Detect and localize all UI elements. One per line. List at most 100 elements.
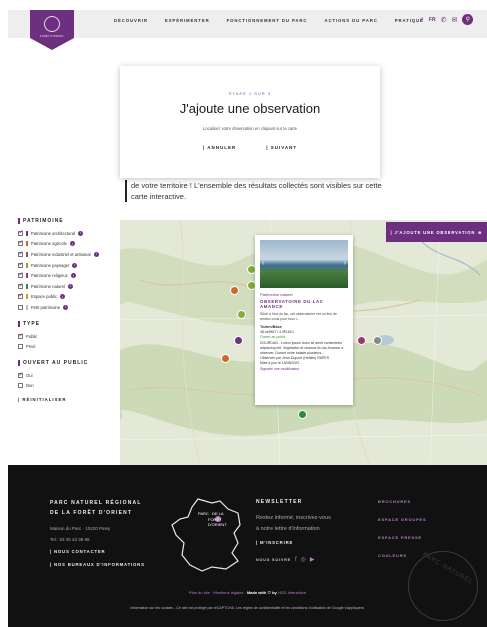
popup-author-label: Tezten/Base <box>260 325 282 329</box>
info-icon[interactable]: i <box>78 230 83 236</box>
reset-button[interactable]: | RÉINITIALISER <box>18 397 118 402</box>
nav-item-fonctionnement[interactable]: FONCTIONNEMENT DU PARC <box>227 18 308 23</box>
logo-text: FORÊT D'ORIENT <box>40 35 64 38</box>
info-icon[interactable]: i <box>93 251 99 257</box>
info-offices-link[interactable]: NOS BUREAUX D'INFORMATIONS <box>50 558 145 571</box>
map-marker[interactable] <box>234 336 243 345</box>
category-color-swatch <box>26 230 28 236</box>
modal-actions: | ANNULER | SUIVANT <box>120 145 380 150</box>
checkbox[interactable] <box>18 371 24 378</box>
youtube-icon[interactable]: ▶ <box>310 556 315 563</box>
nav-item-decouvrir[interactable]: DÉCOUVRIR <box>114 18 148 23</box>
checkbox[interactable] <box>18 229 24 236</box>
checkbox[interactable] <box>18 282 24 289</box>
phone-icon[interactable]: ✆ <box>441 16 447 24</box>
modal-title: J'ajoute une observation <box>179 101 321 116</box>
category-color-swatch <box>26 241 28 247</box>
footer-right-links: BROCHURES ESPACE GROUPES ESPACE PRESSE C… <box>378 499 426 558</box>
groups-link[interactable]: ESPACE GROUPES <box>378 517 426 522</box>
category-color-swatch <box>26 304 28 310</box>
filter-option-label: Non <box>26 383 34 389</box>
nav-tools: ⌕ FR ✆ ✉ ⚲ <box>420 14 474 25</box>
map-marker[interactable] <box>221 354 230 363</box>
filter-option[interactable]: Public <box>18 331 118 342</box>
modal-hint: Localisez votre observation en cliquant … <box>202 126 298 131</box>
filter-option[interactable]: Patrimoine paysageri <box>18 260 118 271</box>
info-icon[interactable]: i <box>69 241 75 247</box>
filter-option[interactable]: Non <box>18 381 118 392</box>
filter-option[interactable]: Petit patrimoine i <box>18 302 118 313</box>
footer: PARC NATUREL RÉGIONAL DE LA FORÊT D'ORIE… <box>8 465 487 627</box>
park-logo[interactable]: FORÊT D'ORIENT <box>30 10 74 50</box>
info-icon[interactable]: i <box>70 273 76 279</box>
popup-title: OBSERVATOIRE DU LAC AMANCE <box>260 299 324 309</box>
footer-links: NOUS CONTACTER NOS BUREAUX D'INFORMATION… <box>50 545 145 571</box>
agency-link[interactable]: HDD Interactive <box>277 590 306 595</box>
filter-title: OUVERT AU PUBLIC <box>18 359 118 366</box>
checkbox[interactable] <box>18 250 24 257</box>
newsletter: NEWSLETTER Restez informé, inscrivez-vou… <box>256 499 331 563</box>
contact-link[interactable]: NOUS CONTACTER <box>50 545 145 558</box>
newsletter-register-button[interactable]: M'INSCRIRE <box>256 540 331 545</box>
next-button[interactable]: | SUIVANT <box>266 145 297 150</box>
checkbox[interactable] <box>18 292 24 300</box>
filter-option[interactable]: Privé <box>18 341 118 352</box>
checkbox[interactable] <box>18 383 23 389</box>
map-marker[interactable] <box>357 336 366 345</box>
checkbox[interactable] <box>18 332 24 339</box>
popup-report-link[interactable]: Signaler une modification <box>260 367 348 372</box>
map-marker[interactable] <box>230 286 239 295</box>
instagram-icon[interactable]: ◎ <box>301 556 306 563</box>
category-color-swatch <box>26 273 28 279</box>
sitemap-legal-links[interactable]: Plan du site · Mentions légales · <box>189 590 247 595</box>
filter-patrimoine: PATRIMOINE Patrimoine architecturaliPatr… <box>18 218 118 313</box>
nav-item-experimenter[interactable]: EXPÉRIMENTER <box>165 18 210 23</box>
category-color-swatch <box>26 283 28 289</box>
observation-photo: ‹ › <box>260 240 348 288</box>
observation-popup: ‹ › Patrimoine naturel OBSERVATOIRE DU L… <box>255 235 353 405</box>
colors-link[interactable]: COULEURS <box>378 553 426 558</box>
facebook-icon[interactable]: f <box>295 557 297 563</box>
filter-type: TYPE Public Privé <box>18 320 118 352</box>
search-icon[interactable]: ⌕ <box>420 16 424 24</box>
next-arrow-icon[interactable]: › <box>344 260 346 267</box>
map-marker[interactable] <box>298 410 307 419</box>
filter-option[interactable]: Oui <box>18 370 118 381</box>
brochures-link[interactable]: BROCHURES <box>378 499 426 504</box>
filter-option[interactable]: Patrimoine agricolei <box>18 239 118 250</box>
map-pin-icon[interactable]: ⚲ <box>462 14 474 25</box>
svg-text:D'ORIENT: D'ORIENT <box>208 522 227 527</box>
info-icon[interactable]: i <box>60 294 66 300</box>
footer-address: Maison du Parc · 10220 Piney Tel.: 03 25… <box>50 523 110 545</box>
checkbox[interactable] <box>18 261 24 268</box>
checkbox[interactable] <box>18 344 23 350</box>
prev-arrow-icon[interactable]: ‹ <box>262 260 264 267</box>
filter-option[interactable]: Patrimoine industriel et artisanali <box>18 249 118 260</box>
mail-icon[interactable]: ✉ <box>451 16 457 24</box>
modal-step: ÉTAPE 1 SUR 3 <box>228 91 272 96</box>
map-marker[interactable] <box>373 336 382 345</box>
language-selector[interactable]: FR <box>429 17 436 23</box>
category-color-swatch <box>26 294 28 300</box>
info-icon[interactable]: i <box>63 304 69 310</box>
cancel-button[interactable]: | ANNULER <box>203 145 236 150</box>
add-observation-button[interactable]: | J'AJOUTE UNE OBSERVATION ⊕ <box>386 222 487 242</box>
category-color-swatch <box>26 251 28 257</box>
filter-option[interactable]: Patrimoine religieuxi <box>18 270 118 281</box>
checkbox[interactable] <box>18 304 23 310</box>
info-icon[interactable]: i <box>67 283 73 289</box>
footer-phone[interactable]: Tel.: 03 25 43 38 88 <box>50 534 110 545</box>
map-marker[interactable] <box>237 310 246 319</box>
checkbox[interactable] <box>18 239 24 247</box>
plus-circle-icon: ⊕ <box>478 229 483 235</box>
filter-option-label: Patrimoine architectural <box>31 230 75 236</box>
filter-option[interactable]: Espace publici <box>18 292 118 303</box>
filter-option[interactable]: Patrimoine architecturali <box>18 228 118 239</box>
checkbox[interactable] <box>18 271 24 279</box>
press-link[interactable]: ESPACE PRESSE <box>378 535 426 540</box>
add-observation-modal: ÉTAPE 1 SUR 3 J'ajoute une observation L… <box>120 66 380 178</box>
nav-item-actions[interactable]: ACTIONS DU PARC <box>324 18 377 23</box>
filter-option[interactable]: Patrimoine natureli <box>18 281 118 292</box>
info-icon[interactable]: i <box>72 262 78 268</box>
svg-text:PARC: PARC <box>198 511 209 516</box>
